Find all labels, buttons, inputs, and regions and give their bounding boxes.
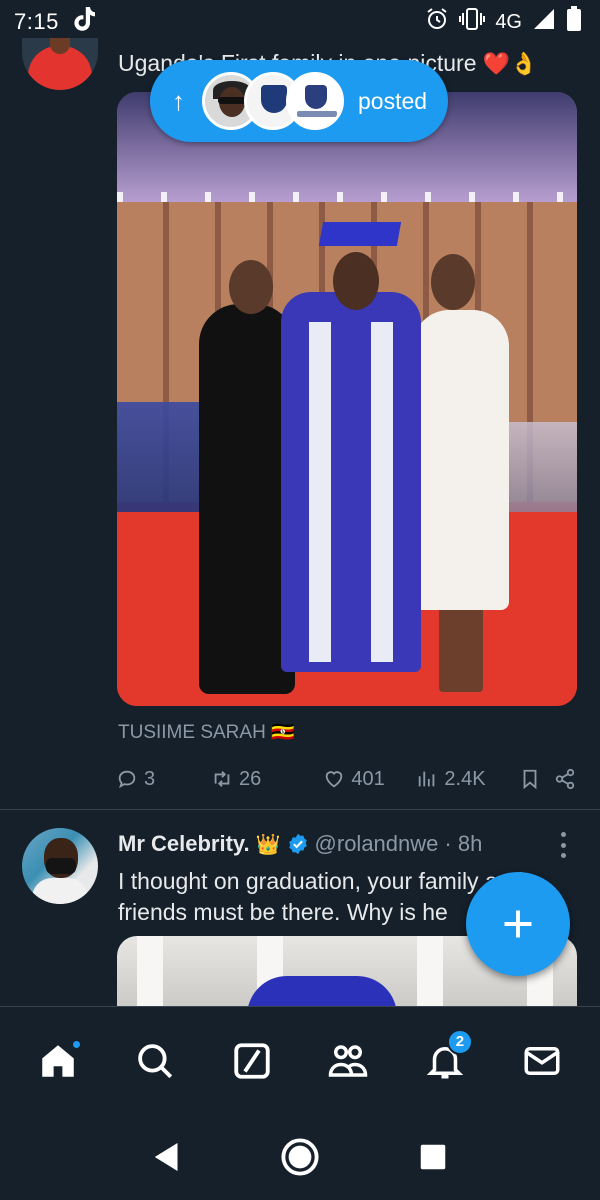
tweet2-avatar[interactable] — [22, 828, 98, 904]
nav-notifications[interactable]: 2 — [415, 1028, 475, 1091]
recents-button[interactable] — [408, 1132, 458, 1182]
home-system-button[interactable] — [275, 1132, 325, 1182]
bookmark-icon — [523, 769, 537, 790]
tweet1-photo[interactable] — [117, 92, 577, 706]
reply-count: 3 — [144, 767, 156, 790]
status-time: 7:15 — [14, 9, 59, 34]
views-icon — [419, 771, 435, 787]
like-button[interactable]: 401 — [323, 768, 416, 791]
retweet-icon — [214, 771, 230, 787]
vibrate-icon — [459, 7, 486, 37]
plus-icon — [504, 910, 532, 938]
home-circle-icon — [281, 1138, 319, 1176]
grok-icon — [233, 1042, 270, 1079]
share-button[interactable] — [554, 768, 576, 790]
nav-communities[interactable] — [318, 1031, 378, 1091]
heart-icon — [326, 771, 343, 788]
reply-icon — [118, 770, 136, 789]
tweet1-emoji: ❤️👌 — [482, 51, 538, 76]
battery-icon — [566, 6, 582, 38]
verified-badge-icon — [288, 833, 307, 855]
tweet-divider — [0, 809, 600, 810]
compose-button[interactable] — [466, 872, 570, 976]
communities-icon — [329, 1044, 368, 1077]
system-nav-bar — [0, 1114, 600, 1200]
share-icon — [555, 768, 575, 790]
tweet1-actions: 3 26 401 2.4K — [116, 762, 576, 796]
views-count: 2.4K — [444, 767, 486, 790]
new-posts-pill[interactable]: ↑ posted — [150, 60, 448, 142]
signal-icon — [532, 8, 556, 36]
pill-avatar-3 — [286, 72, 344, 130]
search-icon — [138, 1043, 173, 1078]
notifications-badge: 2 — [446, 1028, 473, 1055]
tiktok-icon — [73, 6, 97, 38]
crown-emoji: 👑 — [255, 833, 281, 856]
nav-search[interactable] — [125, 1031, 185, 1091]
nav-home[interactable] — [28, 1031, 88, 1091]
bookmark-button[interactable] — [519, 768, 554, 790]
more-options-icon[interactable] — [557, 832, 569, 858]
retweet-count: 26 — [238, 767, 262, 790]
posted-label: posted — [358, 87, 428, 114]
back-triangle-icon — [154, 1143, 178, 1171]
arrow-up-icon: ↑ — [172, 85, 185, 116]
tweet2-time: · 8h — [444, 831, 483, 856]
reply-button[interactable]: 3 — [116, 768, 211, 791]
home-new-dot — [71, 1038, 83, 1050]
tweet2-handle[interactable]: @rolandnwe — [315, 831, 439, 857]
network-label: 4G — [495, 10, 522, 33]
tweet2-author-name[interactable]: Mr Celebrity. — [118, 831, 250, 857]
tweet1-avatar[interactable] — [22, 38, 98, 90]
alarm-icon — [425, 7, 449, 37]
like-count: 401 — [351, 767, 385, 790]
nav-messages[interactable] — [512, 1031, 572, 1091]
tweet2-header: Mr Celebrity. 👑 @rolandnwe · 8h — [118, 831, 482, 857]
retweet-button[interactable]: 26 — [211, 768, 323, 791]
messages-icon — [524, 1046, 560, 1075]
bottom-nav: 2 — [0, 1006, 600, 1114]
views-button[interactable]: 2.4K — [416, 768, 519, 791]
back-button[interactable] — [142, 1132, 192, 1182]
nav-grok[interactable] — [222, 1031, 282, 1091]
photo-caption: TUSIIME SARAH 🇺🇬 — [118, 722, 295, 743]
recents-square-icon — [421, 1144, 446, 1170]
